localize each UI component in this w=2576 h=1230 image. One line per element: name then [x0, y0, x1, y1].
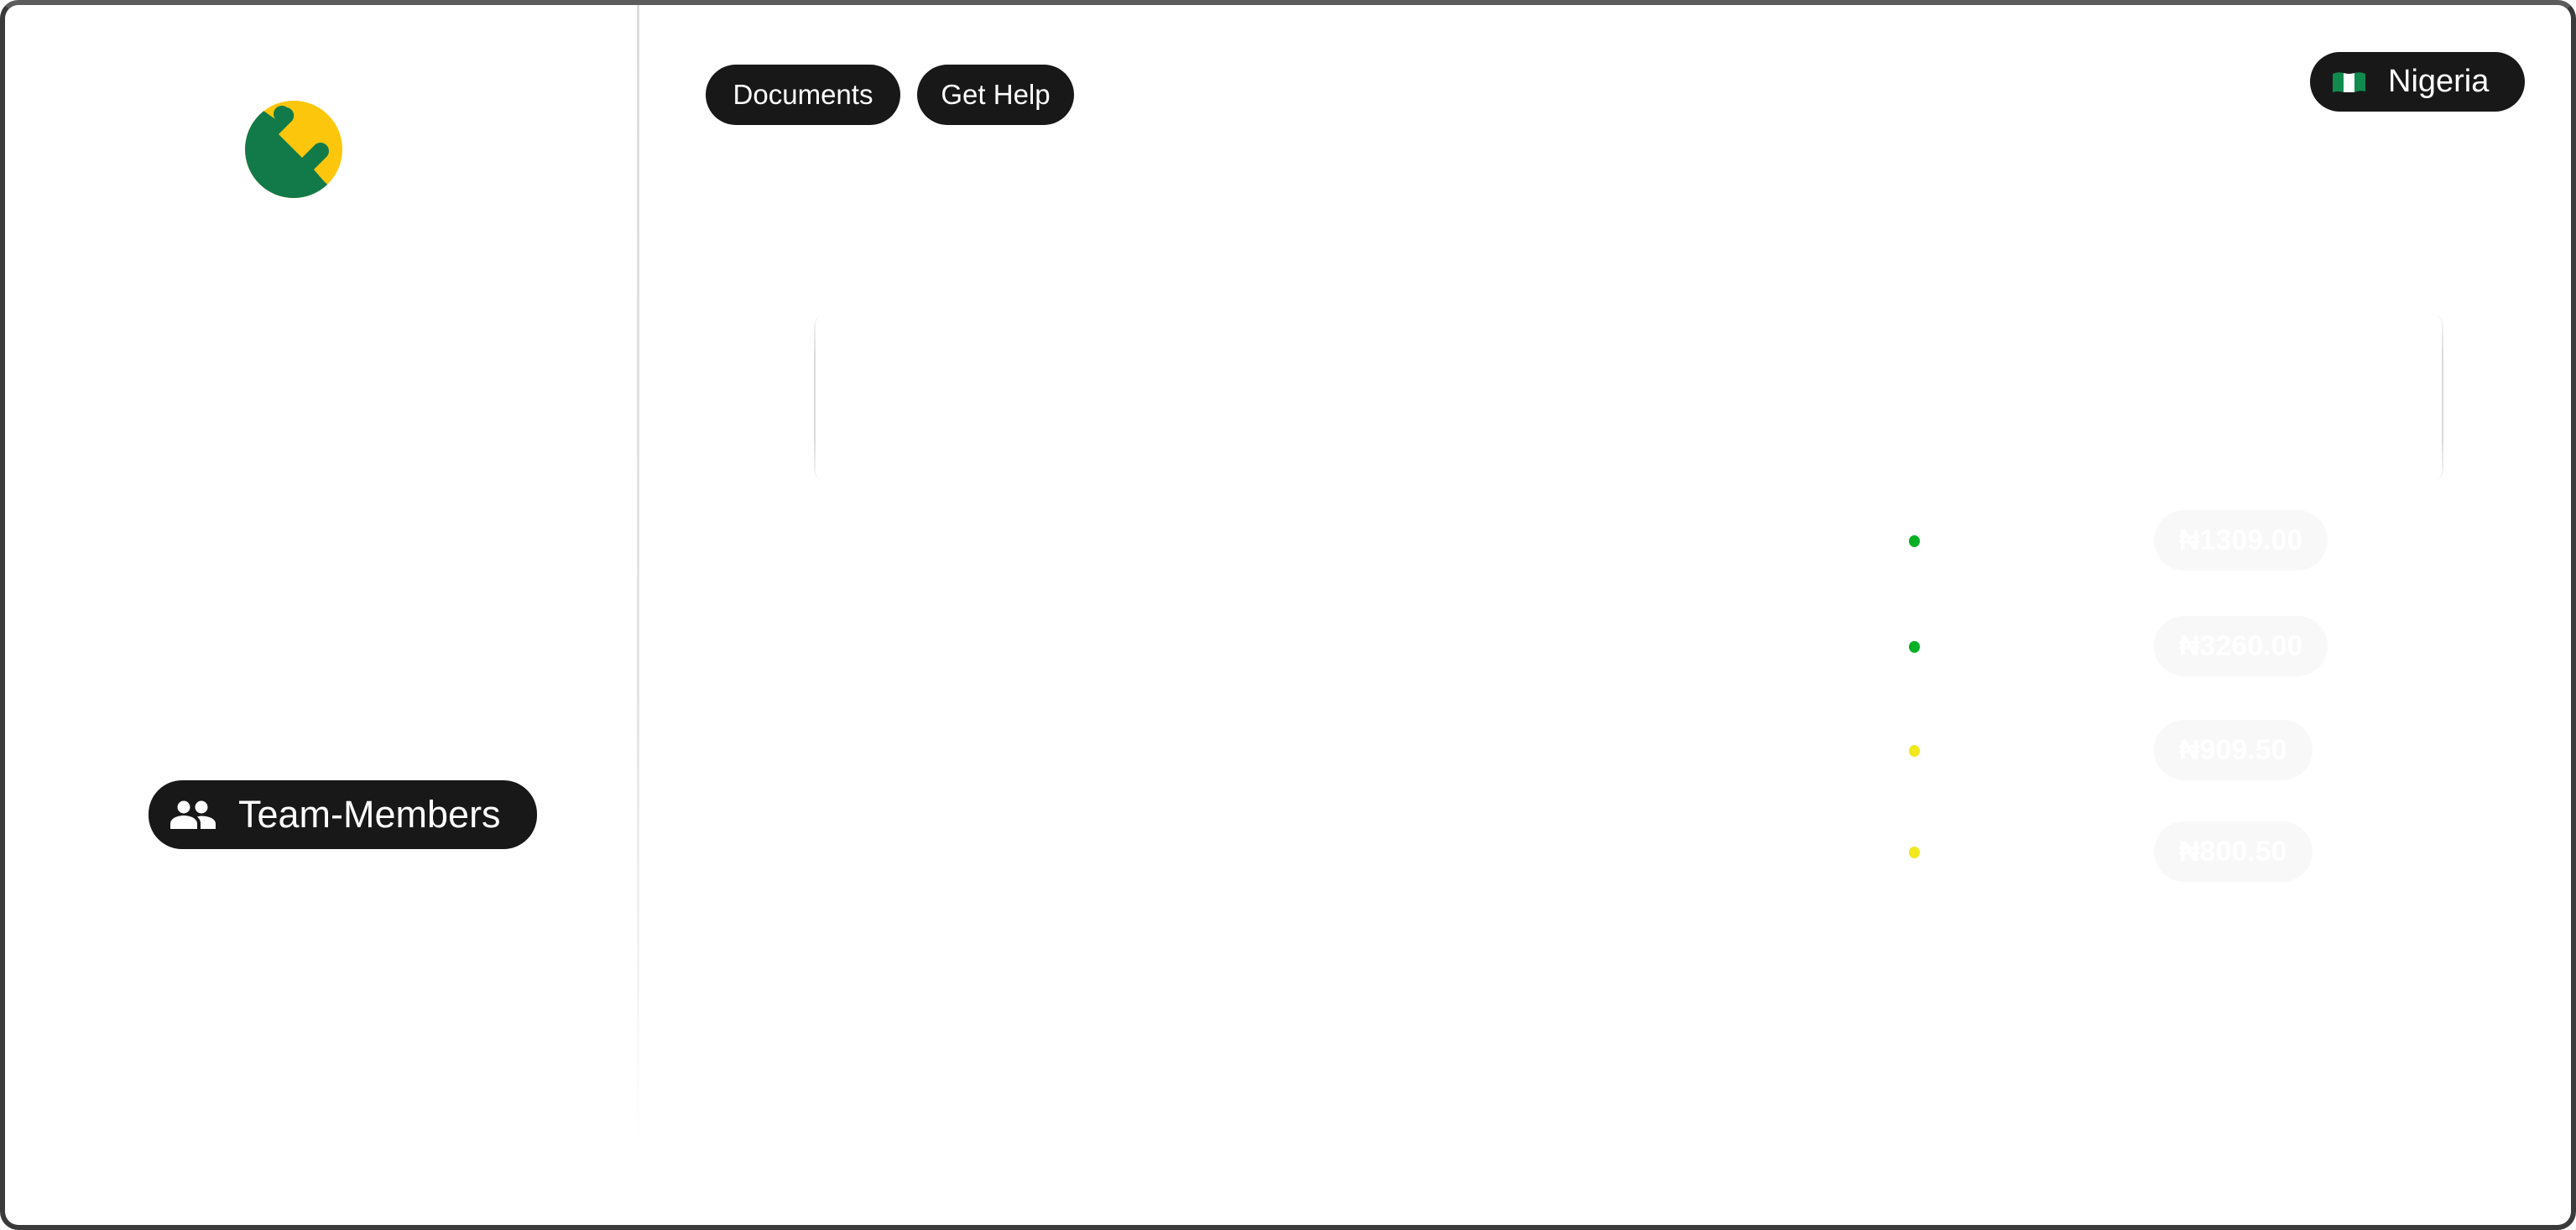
- team-members-button[interactable]: Team-Members: [149, 780, 537, 849]
- sidebar-divider: [637, 5, 639, 1146]
- country-selector[interactable]: Nigeria: [2310, 52, 2525, 112]
- nigeria-flag-icon: [2333, 72, 2365, 92]
- status-dot-icon: [1909, 641, 1920, 653]
- sidebar: Team-Members: [5, 5, 639, 1225]
- transaction-row[interactable]: ₦909.50: [1901, 720, 2438, 780]
- amount-badge: ₦800.50: [2154, 821, 2313, 882]
- transaction-row[interactable]: ₦1309.00: [1901, 510, 2438, 571]
- amount-badge: ₦909.50: [2154, 720, 2313, 780]
- get-help-label: Get Help: [941, 79, 1051, 110]
- transaction-row[interactable]: ₦3260.00: [1901, 616, 2438, 676]
- team-members-label: Team-Members: [238, 793, 501, 836]
- amount-badge: ₦3260.00: [2154, 616, 2328, 676]
- transaction-row[interactable]: ₦800.50: [1901, 821, 2438, 882]
- summary-card: [814, 314, 2443, 482]
- documents-button[interactable]: Documents: [706, 65, 900, 125]
- get-help-button[interactable]: Get Help: [917, 65, 1074, 125]
- brand-logo-icon[interactable]: [245, 101, 342, 198]
- status-dot-icon: [1909, 745, 1920, 757]
- people-icon: [170, 800, 216, 829]
- status-dot-icon: [1909, 847, 1920, 858]
- app-window: Team-Members Documents Get Help Nigeria …: [0, 0, 2576, 1230]
- amount-badge: ₦1309.00: [2154, 510, 2328, 571]
- status-dot-icon: [1909, 535, 1920, 547]
- country-label: Nigeria: [2388, 64, 2490, 99]
- documents-label: Documents: [733, 79, 873, 110]
